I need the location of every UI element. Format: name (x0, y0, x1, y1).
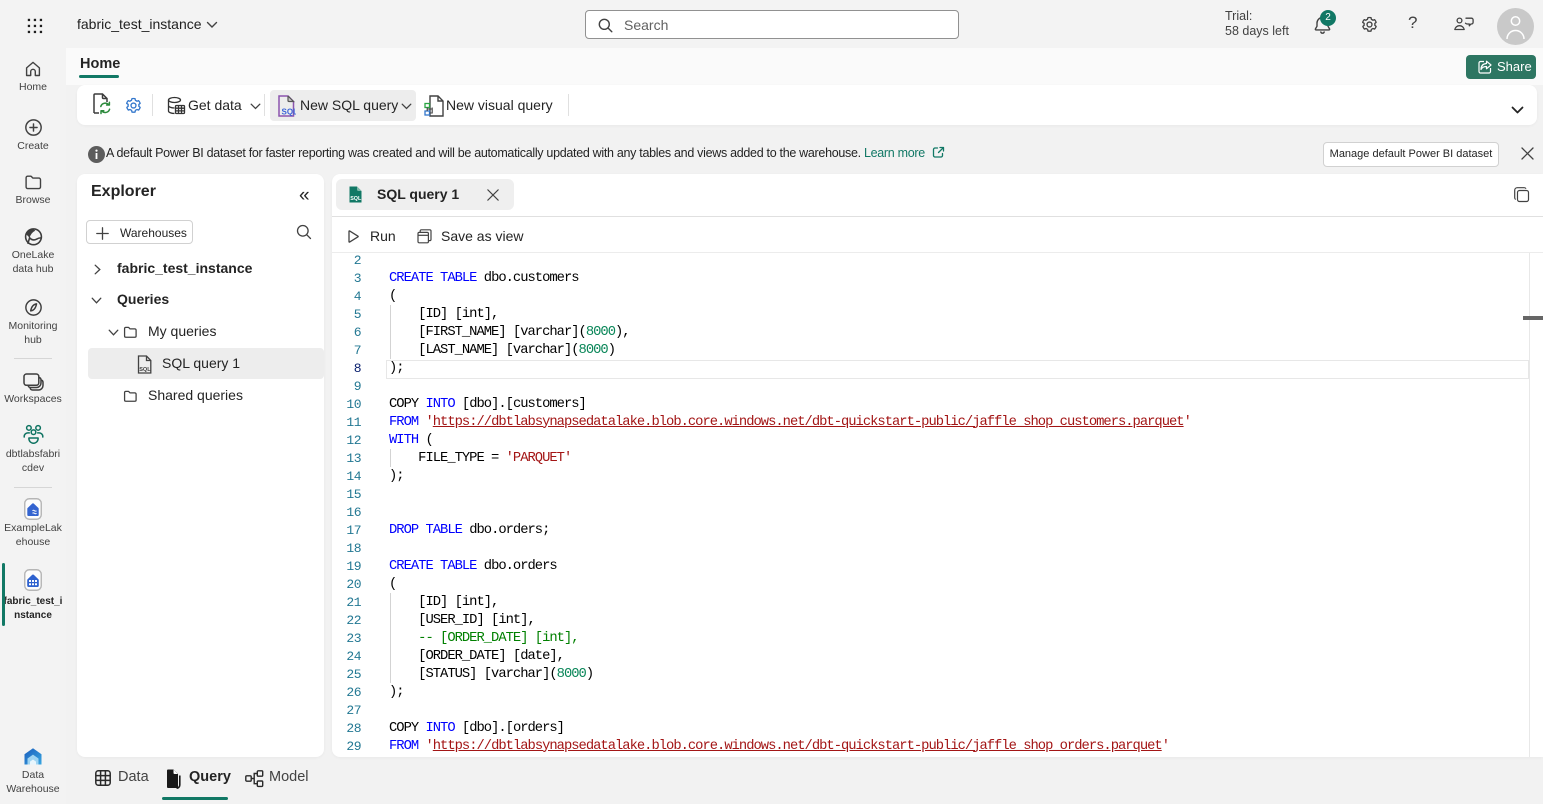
svg-text:SQL: SQL (282, 108, 297, 117)
svg-text:SQL: SQL (350, 196, 362, 202)
svg-text:SQL: SQL (139, 367, 151, 373)
